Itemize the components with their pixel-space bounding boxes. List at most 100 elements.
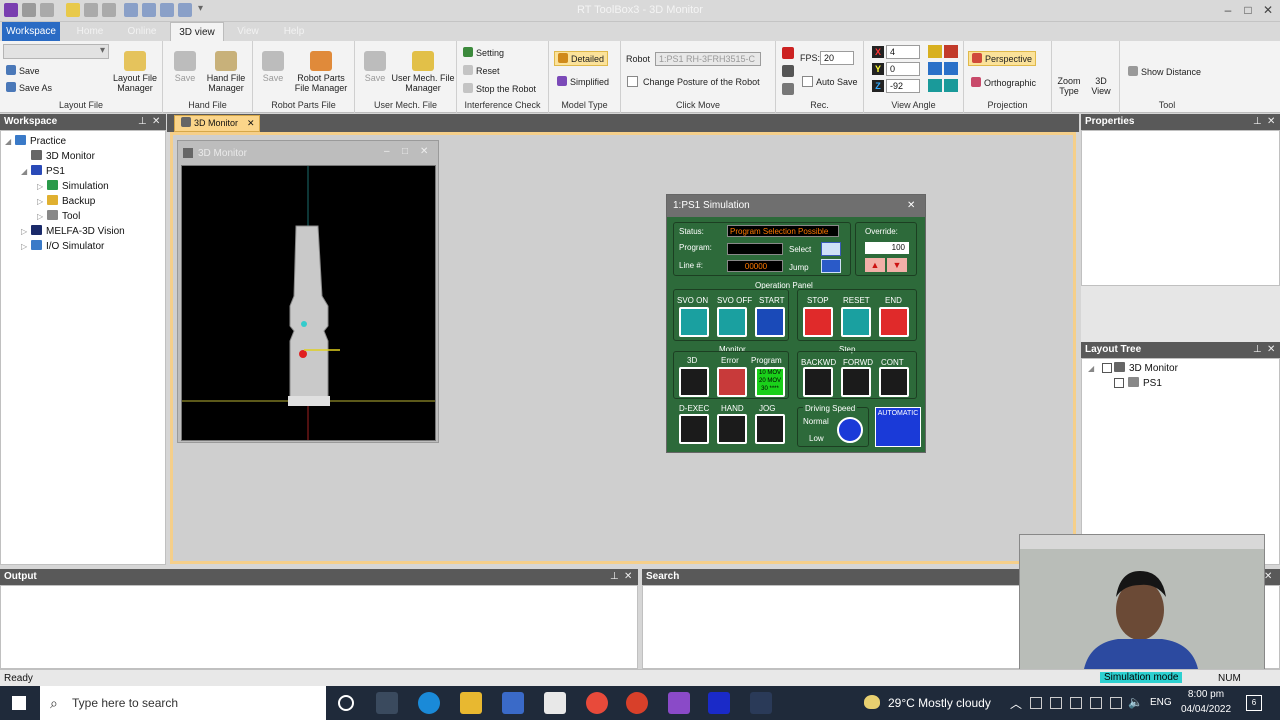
hand-file-manager-button[interactable]: Hand File Manager bbox=[201, 51, 251, 93]
auto-save-checkbox[interactable] bbox=[802, 76, 813, 87]
zoom-type-button[interactable]: Zoom Type bbox=[1054, 76, 1084, 96]
expand-icon[interactable]: ▷ bbox=[21, 242, 31, 251]
collapse-icon[interactable]: ◢ bbox=[21, 167, 31, 176]
app-nc-icon[interactable] bbox=[750, 692, 772, 714]
language-indicator[interactable]: ENG bbox=[1150, 697, 1172, 708]
doc-tab-close-icon[interactable]: ✕ bbox=[247, 116, 255, 131]
melfa-icon[interactable] bbox=[708, 692, 730, 714]
maximize-icon[interactable]: □ bbox=[402, 146, 408, 157]
fps-select[interactable]: 20 bbox=[820, 51, 854, 65]
doc-tab-3d-monitor[interactable]: 3D Monitor ✕ bbox=[174, 115, 260, 132]
collapse-icon[interactable]: ◢ bbox=[5, 137, 15, 146]
select-button-icon[interactable] bbox=[821, 242, 841, 256]
jog-button[interactable] bbox=[755, 414, 785, 444]
wifi-icon[interactable] bbox=[1110, 697, 1122, 709]
error-button[interactable] bbox=[717, 367, 747, 397]
edge-icon[interactable] bbox=[418, 692, 440, 714]
play-record-icon[interactable] bbox=[782, 83, 794, 95]
hand-button[interactable] bbox=[717, 414, 747, 444]
tray-chevron-icon[interactable]: ︿ bbox=[1010, 695, 1022, 712]
volume-icon[interactable]: 🔈 bbox=[1128, 695, 1143, 709]
override-down-icon[interactable]: ▼ bbox=[887, 258, 907, 272]
chrome-canary-icon[interactable] bbox=[586, 692, 608, 714]
tree-item-3d-monitor[interactable]: 3D Monitor bbox=[21, 150, 95, 162]
reset-button[interactable]: Reset bbox=[463, 65, 500, 76]
mail-icon[interactable] bbox=[544, 692, 566, 714]
tab-help[interactable]: Help bbox=[272, 22, 316, 41]
robot-select[interactable]: 1:PS1 RH-3FRH3515-C bbox=[655, 52, 761, 66]
detailed-button[interactable]: Detailed bbox=[554, 51, 609, 66]
angle-y-input[interactable]: 0 bbox=[886, 62, 920, 76]
tree-item-backup[interactable]: ▷ Backup bbox=[37, 195, 95, 207]
svo-on-button[interactable] bbox=[679, 307, 709, 337]
maximize-icon[interactable]: □ bbox=[1238, 2, 1258, 18]
panel-close-icon[interactable]: ✕ bbox=[152, 114, 160, 130]
jump-button-icon[interactable] bbox=[821, 259, 841, 273]
stop-robot-button[interactable]: Stop the Robot bbox=[463, 83, 536, 94]
pin-icon[interactable]: ⊥ bbox=[610, 569, 619, 585]
tray-network-icon[interactable] bbox=[1070, 697, 1082, 709]
layout-item-3d-monitor[interactable]: ◢ 3D Monitor bbox=[1088, 362, 1178, 374]
rt-toolbox-icon[interactable] bbox=[668, 692, 690, 714]
view-3d-button[interactable]: 3D View bbox=[1086, 76, 1116, 96]
collapse-icon[interactable]: ◢ bbox=[1088, 364, 1098, 373]
expand-icon[interactable]: ▷ bbox=[37, 212, 47, 221]
close-icon[interactable]: ✕ bbox=[420, 146, 428, 157]
angle-z-input[interactable]: -92 bbox=[886, 79, 920, 93]
start-button[interactable] bbox=[755, 307, 785, 337]
tab-3d-view[interactable]: 3D view bbox=[170, 22, 224, 41]
clock-date[interactable]: 04/04/2022 bbox=[1178, 704, 1234, 715]
forwd-button[interactable] bbox=[841, 367, 871, 397]
checkbox-icon[interactable] bbox=[1114, 378, 1124, 388]
notification-icon[interactable]: 6 bbox=[1246, 695, 1262, 711]
backwd-button[interactable] bbox=[803, 367, 833, 397]
rp-save-button[interactable]: Save bbox=[257, 51, 289, 83]
reset-button[interactable] bbox=[841, 307, 871, 337]
close-icon[interactable]: ✕ bbox=[1258, 2, 1278, 18]
hand-save-button[interactable]: Save bbox=[169, 51, 201, 83]
orthographic-button[interactable]: Orthographic bbox=[971, 77, 1036, 88]
expand-icon[interactable]: ▷ bbox=[37, 182, 47, 191]
chrome-icon[interactable] bbox=[626, 692, 648, 714]
clock-time[interactable]: 8:00 pm bbox=[1178, 689, 1234, 700]
pin-icon[interactable]: ⊥ bbox=[1253, 114, 1262, 130]
pin-icon[interactable]: ⊥ bbox=[1253, 342, 1262, 358]
tray-device-icon[interactable] bbox=[1030, 697, 1042, 709]
robot-parts-file-manager-button[interactable]: Robot Parts File Manager bbox=[289, 51, 353, 93]
weather-text[interactable]: 29°C Mostly cloudy bbox=[888, 696, 991, 710]
expand-icon[interactable]: ▷ bbox=[37, 197, 47, 206]
tab-home[interactable]: Home bbox=[66, 22, 114, 41]
cortana-icon[interactable] bbox=[338, 695, 354, 711]
tree-item-practice[interactable]: ◢ Practice bbox=[5, 135, 66, 147]
checkbox-icon[interactable] bbox=[1102, 363, 1112, 373]
simplified-button[interactable]: Simplified bbox=[557, 76, 609, 87]
monitor-3d-button[interactable] bbox=[679, 367, 709, 397]
stop-button[interactable] bbox=[803, 307, 833, 337]
panel-close-icon[interactable]: ✕ bbox=[1267, 114, 1275, 130]
view-bottom-icon[interactable] bbox=[944, 79, 958, 92]
panel-close-icon[interactable]: ✕ bbox=[624, 569, 632, 585]
setting-button[interactable]: Setting bbox=[463, 47, 504, 58]
3d-monitor-window[interactable]: 3D Monitor – □ ✕ bbox=[177, 140, 439, 443]
d-exec-button[interactable] bbox=[679, 414, 709, 444]
tray-app-icon[interactable] bbox=[1050, 697, 1062, 709]
tab-workspace[interactable]: Workspace bbox=[2, 22, 60, 41]
taskbar-search-input[interactable]: ⌕ Type here to search bbox=[40, 686, 326, 720]
minimize-icon[interactable]: – bbox=[384, 146, 390, 157]
save-button[interactable]: Save bbox=[6, 65, 40, 76]
tree-item-ps1[interactable]: ◢ PS1 bbox=[21, 165, 65, 177]
tree-item-io-simulator[interactable]: ▷ I/O Simulator bbox=[21, 240, 104, 252]
expand-icon[interactable]: ▷ bbox=[21, 227, 31, 236]
simulation-panel[interactable]: 1:PS1 Simulation ✕ Status: Program Select… bbox=[666, 194, 926, 453]
view-top-icon[interactable] bbox=[928, 79, 942, 92]
record-icon[interactable] bbox=[782, 47, 794, 59]
override-input[interactable]: 100 bbox=[865, 242, 909, 254]
minimize-icon[interactable]: – bbox=[1218, 2, 1238, 18]
layout-file-manager-button[interactable]: Layout File Manager bbox=[110, 51, 160, 93]
speed-dial-icon[interactable] bbox=[837, 417, 863, 443]
tree-item-simulation[interactable]: ▷ Simulation bbox=[37, 180, 109, 192]
stop-record-icon[interactable] bbox=[782, 65, 794, 77]
angle-x-input[interactable]: 4 bbox=[886, 45, 920, 59]
file-explorer-icon[interactable] bbox=[460, 692, 482, 714]
cont-button[interactable] bbox=[879, 367, 909, 397]
